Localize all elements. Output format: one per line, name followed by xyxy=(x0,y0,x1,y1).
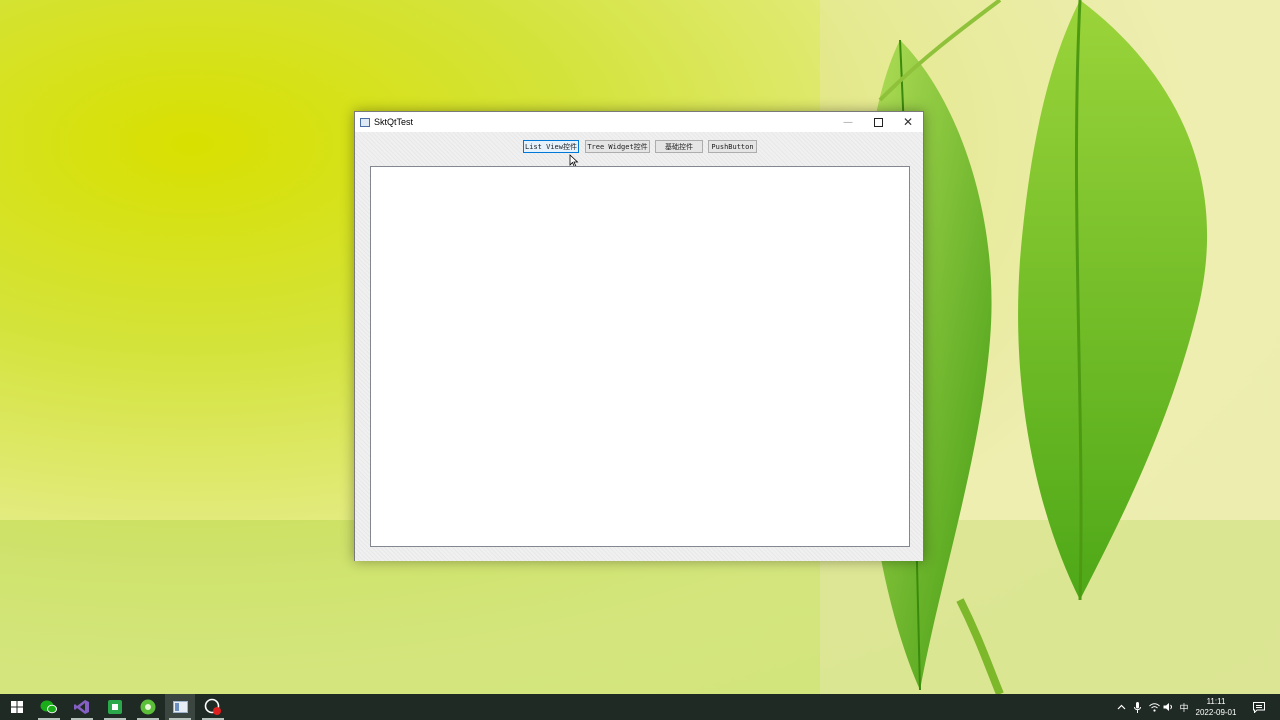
content-panel[interactable] xyxy=(370,166,910,547)
window-title: SktQtTest xyxy=(374,117,414,127)
show-hidden-icons-button[interactable] xyxy=(1114,694,1128,720)
microphone-icon xyxy=(1133,701,1141,713)
app-window: SktQtTest — ✕ List View控件 Tree Widget控件 … xyxy=(354,111,924,561)
close-button[interactable]: ✕ xyxy=(893,112,923,132)
system-clock[interactable]: 11:11 2022-09-01 xyxy=(1192,696,1240,718)
action-center-button[interactable] xyxy=(1250,694,1268,720)
tree-widget-button-label: Tree Widget控件 xyxy=(587,142,648,151)
tree-widget-button[interactable]: Tree Widget控件 xyxy=(585,140,650,153)
wechat-icon xyxy=(40,700,57,714)
taskbar-app-qt-window[interactable] xyxy=(165,694,195,720)
taskbar-app-green-circle[interactable] xyxy=(133,694,163,720)
volume-tray-button[interactable] xyxy=(1161,694,1175,720)
microphone-tray-button[interactable] xyxy=(1130,694,1144,720)
network-icon xyxy=(1148,702,1160,712)
network-tray-button[interactable] xyxy=(1146,694,1162,720)
control-button-bar: List View控件 Tree Widget控件 基础控件 PushButto… xyxy=(355,140,923,168)
visual-studio-icon xyxy=(74,700,89,714)
taskbar-app-recorder[interactable] xyxy=(198,694,228,720)
pushbutton-button[interactable]: PushButton xyxy=(708,140,757,153)
window-client-area: List View控件 Tree Widget控件 基础控件 PushButto… xyxy=(355,132,923,561)
windows-start-icon xyxy=(11,701,23,713)
minimize-button[interactable]: — xyxy=(833,112,863,132)
title-bar[interactable]: SktQtTest — ✕ xyxy=(355,112,923,132)
clock-time: 11:11 xyxy=(1206,697,1226,706)
taskbar: 中 11:11 2022-09-01 xyxy=(0,694,1280,720)
taskbar-app-visual-studio[interactable] xyxy=(67,694,97,720)
basic-controls-button[interactable]: 基础控件 xyxy=(655,140,703,153)
clock-date: 2022-09-01 xyxy=(1195,708,1237,717)
green-app-icon xyxy=(108,700,122,714)
close-icon: ✕ xyxy=(902,115,914,129)
ime-label: 中 xyxy=(1179,703,1189,714)
screen-recorder-icon xyxy=(204,698,221,715)
taskbar-app-wechat[interactable] xyxy=(34,694,64,720)
maximize-icon xyxy=(873,117,883,127)
notification-icon xyxy=(1253,701,1265,713)
list-view-button-label: List View控件 xyxy=(525,142,577,151)
list-view-button[interactable]: List View控件 xyxy=(523,140,579,153)
taskbar-app-green[interactable] xyxy=(100,694,130,720)
green-circle-app-icon xyxy=(140,699,156,715)
basic-controls-button-label: 基础控件 xyxy=(665,142,693,151)
chevron-up-icon xyxy=(1117,704,1125,710)
pushbutton-button-label: PushButton xyxy=(711,142,754,151)
minimize-icon: — xyxy=(843,116,853,128)
qt-app-window-icon xyxy=(172,701,188,713)
input-method-button[interactable]: 中 xyxy=(1177,694,1191,720)
start-button[interactable] xyxy=(2,694,32,720)
speaker-icon xyxy=(1163,703,1172,711)
app-icon xyxy=(360,117,370,127)
maximize-button[interactable] xyxy=(863,112,893,132)
